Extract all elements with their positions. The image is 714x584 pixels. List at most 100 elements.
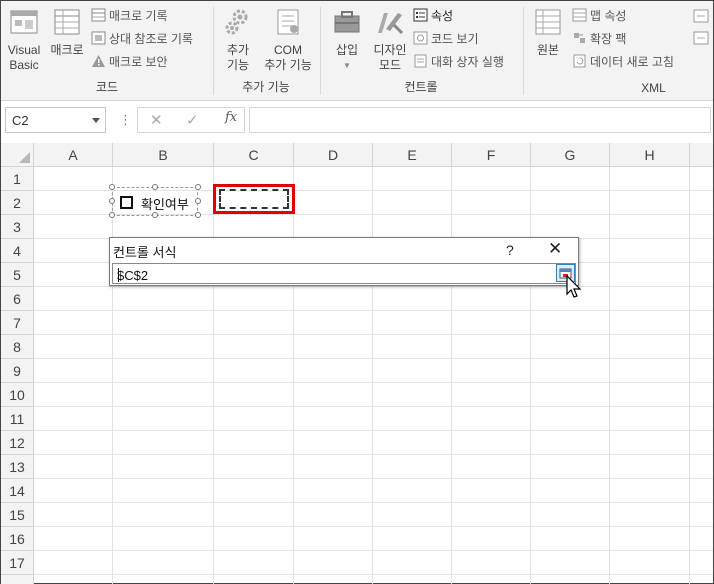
com-addins-label-1: COM [274, 43, 302, 57]
column-header-e[interactable]: E [373, 143, 452, 167]
row-header-15[interactable]: 15 [1, 503, 34, 527]
warning-icon [92, 55, 105, 67]
text-caret [118, 268, 119, 282]
addins-label-1: 추가 [226, 43, 250, 57]
close-button[interactable]: ✕ [548, 239, 562, 259]
expansion-packs-button[interactable]: 확장 팩 [572, 29, 626, 49]
resize-handle[interactable] [109, 198, 115, 204]
row-header-16[interactable]: 16 [1, 527, 34, 551]
controls-group-label: 컨트롤 [404, 80, 438, 94]
visual-basic-label-1: Visual [7, 43, 41, 57]
source-label: 원본 [536, 43, 560, 57]
row-header-5[interactable]: 5 [1, 263, 34, 287]
gridline [34, 334, 713, 335]
com-addins-button[interactable]: COM 추가 기능 [260, 7, 316, 73]
insert-function-button[interactable]: fx [225, 110, 237, 125]
resize-handle[interactable] [195, 184, 201, 190]
name-box[interactable]: C2 [5, 107, 106, 133]
row-header[interactable] [1, 575, 34, 584]
expansion-packs-icon [574, 33, 585, 43]
macros-button[interactable]: 매크로 [47, 7, 87, 58]
export-icon[interactable] [693, 31, 709, 45]
row-header-1[interactable]: 1 [1, 167, 34, 191]
addins-button[interactable]: 추가 기능 [220, 7, 256, 73]
column-header-h[interactable]: H [610, 143, 690, 167]
column-header-c[interactable]: C [214, 143, 294, 167]
gridline [34, 286, 713, 287]
source-button[interactable]: 원본 [530, 7, 566, 58]
row-header-3[interactable]: 3 [1, 215, 34, 239]
code-group-label: 코드 [95, 80, 119, 94]
row-header-12[interactable]: 12 [1, 431, 34, 455]
design-mode-button[interactable]: 디자인 모드 [369, 7, 411, 73]
refresh-data-icon [573, 54, 586, 68]
xml-group: 원본 맵 속성 확장 팩 데이터 새로 고침 XML [524, 1, 713, 101]
column-header-b[interactable]: B [113, 143, 214, 167]
row-header-11[interactable]: 11 [1, 407, 34, 431]
gridline [34, 478, 713, 479]
view-code-button[interactable]: 코드 보기 [413, 29, 479, 49]
gridline [530, 167, 531, 584]
help-button[interactable]: ? [506, 242, 514, 258]
column-header-a[interactable]: A [34, 143, 113, 167]
resize-handle[interactable] [109, 184, 115, 190]
chevron-down-icon[interactable] [92, 118, 100, 123]
resize-handle[interactable] [152, 184, 158, 190]
row-header-2[interactable]: 2 [1, 191, 34, 215]
enter-icon[interactable]: ✓ [186, 111, 199, 129]
visual-basic-icon [10, 10, 38, 34]
column-header-i[interactable] [690, 143, 713, 167]
resize-handle[interactable] [152, 212, 158, 218]
row-header-8[interactable]: 8 [1, 335, 34, 359]
visual-basic-button[interactable]: Visual Basic [5, 7, 43, 73]
formula-bar: C2 ⋮ ✕ ✓ fx [1, 101, 713, 141]
gridline [34, 430, 713, 431]
gridline [112, 167, 113, 584]
resize-handle[interactable] [195, 198, 201, 204]
more-icon: ⋮ [119, 112, 132, 127]
map-properties-label: 맵 속성 [590, 9, 627, 23]
refresh-data-button[interactable]: 데이터 새로 고침 [572, 52, 674, 72]
resize-handle[interactable] [109, 212, 115, 218]
macro-security-button[interactable]: 매크로 보안 [91, 52, 168, 72]
checkbox-icon[interactable] [120, 196, 133, 209]
row-header-14[interactable]: 14 [1, 479, 34, 503]
column-header-d[interactable]: D [294, 143, 373, 167]
select-all-button[interactable] [1, 143, 34, 167]
refresh-data-label: 데이터 새로 고침 [590, 55, 674, 69]
row-header-13[interactable]: 13 [1, 455, 34, 479]
resize-handle[interactable] [195, 212, 201, 218]
formula-input[interactable] [249, 107, 711, 133]
row-header-17[interactable]: 17 [1, 551, 34, 575]
addins-group: 추가 기능 COM 추가 기능 추가 기능 [214, 1, 318, 101]
gridline [34, 310, 713, 311]
marching-ants [219, 189, 289, 209]
gridline [34, 526, 713, 527]
design-mode-icon [378, 13, 404, 35]
relative-reference-button[interactable]: 상대 참조로 기록 [91, 29, 193, 49]
run-dialog-button[interactable]: 대화 상자 실행 [413, 52, 504, 72]
gridline [34, 454, 713, 455]
insert-control-button[interactable]: 삽입 ▼ [329, 7, 365, 73]
macro-security-label: 매크로 보안 [109, 55, 168, 69]
map-properties-button[interactable]: 맵 속성 [572, 6, 626, 26]
row-header-10[interactable]: 10 [1, 383, 34, 407]
record-macro-button[interactable]: 매크로 기록 [91, 6, 168, 26]
gridline [293, 167, 294, 584]
cell-link-input[interactable]: $C$2 [112, 263, 576, 284]
cancel-icon[interactable]: ✕ [150, 111, 163, 129]
addins-label-2: 기능 [226, 58, 250, 72]
column-header-f[interactable]: F [452, 143, 531, 167]
cell-c2-selection[interactable] [213, 184, 295, 214]
cell-link-text: $C$2 [117, 268, 149, 283]
column-header-g[interactable]: G [531, 143, 610, 167]
gridline [34, 574, 713, 575]
checkbox-label: 확인여부 [141, 197, 189, 212]
properties-button[interactable]: 속성 [413, 6, 453, 26]
gridline [609, 167, 610, 584]
row-header-4[interactable]: 4 [1, 239, 34, 263]
row-header-6[interactable]: 6 [1, 287, 34, 311]
row-header-9[interactable]: 9 [1, 359, 34, 383]
import-icon[interactable] [693, 9, 709, 23]
row-header-7[interactable]: 7 [1, 311, 34, 335]
